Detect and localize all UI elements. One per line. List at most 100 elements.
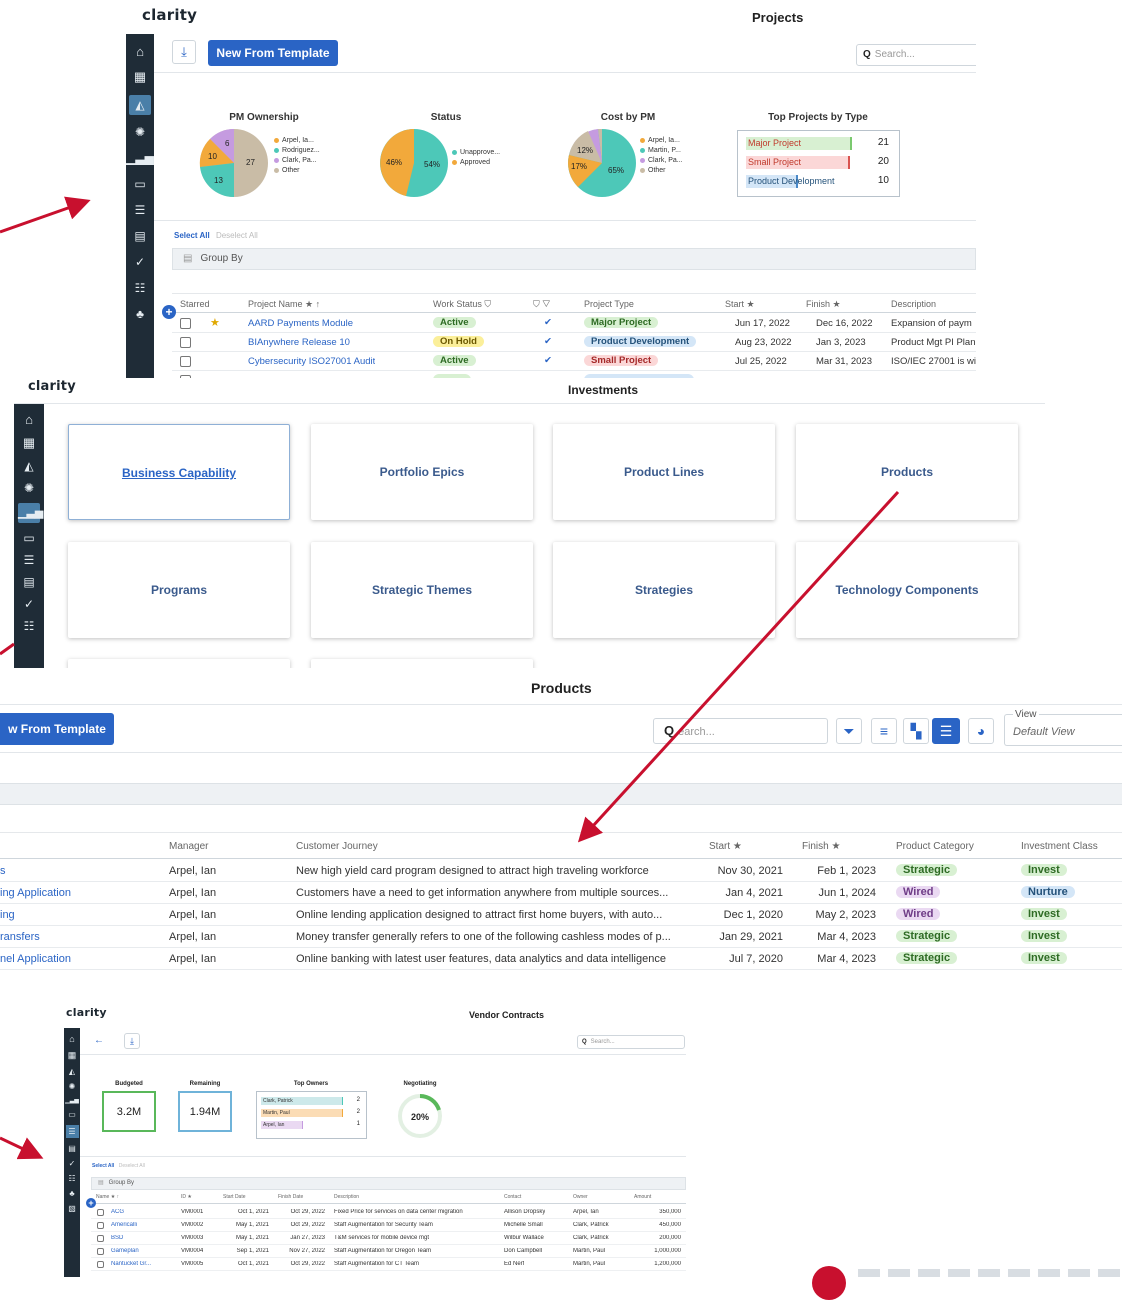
column-header[interactable]: Start ★ — [725, 299, 755, 310]
table-row[interactable]: Nantucket Gr... VM0005 Oct 1, 2021 Oct 29, … — [91, 1258, 686, 1271]
row-checkbox[interactable] — [97, 1222, 104, 1229]
vendor-name[interactable]: Nantucket Gr... — [111, 1261, 171, 1267]
column-header[interactable]: Amount — [634, 1194, 651, 1200]
owner-row[interactable]: Martin, Paul 2 — [257, 1108, 366, 1120]
table-row[interactable]: ing Arpel, Ian Online lending application … — [0, 904, 1122, 926]
star-icon[interactable]: ★ — [210, 316, 220, 329]
card-products[interactable]: Products — [796, 424, 1018, 520]
search-input[interactable]: Q Search... — [856, 44, 976, 66]
checklist-icon[interactable]: ☷ — [14, 619, 44, 633]
card-programs[interactable]: Programs — [68, 542, 290, 638]
group-by-bar[interactable] — [0, 783, 1122, 805]
column-header[interactable]: Description — [334, 1194, 359, 1200]
bar-chart-icon[interactable]: ▁▃▅ — [64, 1097, 80, 1104]
table-row[interactable]: Americalli VM0002 May 1, 2021 Oct 29, 2022 S… — [91, 1219, 686, 1232]
presentation-icon[interactable]: ▭ — [64, 1110, 80, 1119]
chart-area-icon[interactable]: ◭ — [14, 459, 44, 473]
presentation-icon[interactable]: ▭ — [14, 531, 44, 545]
project-name[interactable]: BIAnywhere Release 10 — [248, 337, 350, 348]
new-from-template-button[interactable]: w From Template — [0, 713, 114, 745]
product-name[interactable]: s — [0, 865, 6, 877]
idea-icon[interactable]: ✺ — [126, 125, 154, 139]
project-name[interactable]: Cybersecurity ISO27001 Audit — [248, 356, 375, 367]
gantt-icon[interactable]: ≡ — [871, 718, 897, 744]
top-projects-row[interactable]: Small Project 20 — [738, 153, 899, 172]
column-header[interactable]: Owner — [573, 1194, 588, 1200]
search-input[interactable]: Qearch... — [653, 718, 828, 744]
report-icon[interactable]: ▧ — [64, 1204, 80, 1213]
column-header[interactable]: Description — [891, 299, 936, 309]
checklist-icon[interactable]: ☷ — [126, 281, 154, 295]
export-button[interactable]: ⤓ — [172, 40, 196, 64]
card-portfolio-epics[interactable]: Portfolio Epics — [311, 424, 533, 520]
table-row[interactable]: ing Application Arpel, Ian Customers have … — [0, 882, 1122, 904]
vendor-name[interactable]: Gameplan — [111, 1248, 171, 1254]
column-header[interactable]: Manager — [169, 841, 208, 852]
checklist-icon[interactable]: ☷ — [64, 1174, 80, 1183]
card-partial[interactable] — [311, 659, 533, 668]
home-icon[interactable]: ⌂ — [14, 412, 44, 427]
row-checkbox[interactable] — [180, 318, 191, 329]
grid-icon[interactable]: ▦ — [64, 1050, 80, 1061]
card-strategies[interactable]: Strategies — [553, 542, 775, 638]
chart-area-icon[interactable]: ◭ — [129, 95, 151, 115]
owner-row[interactable]: Clark, Patrick 2 — [257, 1096, 366, 1108]
column-header[interactable]: Work Status ⛉ — [433, 299, 491, 310]
column-header[interactable]: Starred — [180, 299, 210, 309]
table-row[interactable]: Gameplan VM0004 Sep 1, 2021 Nov 27, 2022 Sta… — [91, 1245, 686, 1258]
view-select[interactable]: View Default View — [1004, 709, 1122, 746]
table-row[interactable]: BSD VM0003 May 1, 2021 Jan 27, 2023 T&M serv… — [91, 1232, 686, 1245]
product-name[interactable]: ing Application — [0, 887, 71, 899]
row-checkbox[interactable] — [97, 1209, 104, 1216]
database-icon[interactable]: ☰ — [65, 1125, 79, 1138]
clipboard-icon[interactable]: ▤ — [126, 229, 154, 243]
card-technology-components[interactable]: Technology Components — [796, 542, 1018, 638]
new-from-template-button[interactable]: New From Template — [208, 40, 338, 66]
table-row[interactable] — [172, 371, 976, 378]
row-checkbox[interactable] — [180, 356, 191, 367]
export-button[interactable]: ⤓ — [124, 1033, 140, 1049]
table-row[interactable]: ★ AARD Payments Module Active ✔ Major Projec… — [172, 314, 976, 333]
column-header[interactable]: Start Date — [223, 1194, 246, 1200]
grid-icon[interactable]: ▦ — [14, 435, 44, 451]
chart-area-icon[interactable]: ◭ — [64, 1067, 80, 1076]
row-checkbox[interactable] — [97, 1248, 104, 1255]
card-strategic-themes[interactable]: Strategic Themes — [311, 542, 533, 638]
product-name[interactable]: nel Application — [0, 953, 71, 965]
card-business-capability[interactable]: Business Capability — [68, 424, 290, 520]
clipboard-icon[interactable]: ▤ — [64, 1144, 80, 1153]
presentation-icon[interactable]: ▭ — [126, 177, 154, 191]
vendor-name[interactable]: Americalli — [111, 1222, 171, 1228]
column-header[interactable]: Contact — [504, 1194, 521, 1200]
group-by-bar[interactable]: ▤ Group By — [91, 1177, 686, 1190]
check-icon[interactable]: ✓ — [126, 255, 154, 269]
budgeted-kpi[interactable]: 3.2M — [102, 1091, 156, 1132]
vendor-name[interactable]: ACG — [111, 1209, 171, 1215]
home-icon[interactable]: ⌂ — [64, 1034, 80, 1044]
deselect-all-link[interactable]: Deselect All — [216, 231, 258, 240]
row-checkbox[interactable] — [97, 1261, 104, 1268]
bar-chart-icon[interactable]: ▁▃▅ — [126, 151, 154, 165]
select-all-link[interactable]: Select All — [174, 231, 210, 240]
column-header[interactable]: ID ★ — [181, 1194, 192, 1200]
product-name[interactable]: ransfers — [0, 931, 40, 943]
grid-icon[interactable]: ▦ — [126, 69, 154, 85]
top-projects-row[interactable]: Major Project 21 — [738, 134, 899, 153]
remaining-kpi[interactable]: 1.94M — [178, 1091, 232, 1132]
list-view-icon[interactable]: ☰ — [932, 718, 960, 744]
card-product-lines[interactable]: Product Lines — [553, 424, 775, 520]
column-header[interactable]: Project Type — [584, 299, 634, 309]
board-icon[interactable]: ▚ — [903, 718, 929, 744]
owner-row[interactable]: Arpel, Ian 1 — [257, 1120, 366, 1132]
bar-chart-icon[interactable]: ▁▃▅ — [18, 503, 43, 523]
home-icon[interactable]: ⌂ — [126, 44, 154, 59]
top-projects-row[interactable]: Product Development 10 — [738, 172, 899, 191]
row-checkbox[interactable] — [180, 337, 191, 348]
select-all-link[interactable]: Select All — [92, 1163, 114, 1169]
column-header[interactable]: Project Name ★ ↑ — [248, 299, 320, 310]
group-by-bar[interactable]: ▤ Group By — [172, 248, 976, 270]
database-icon[interactable]: ☰ — [14, 553, 44, 567]
vendor-name[interactable]: BSD — [111, 1235, 171, 1241]
table-row[interactable]: ransfers Arpel, Ian Money transfer general… — [0, 926, 1122, 948]
check-icon[interactable]: ✓ — [64, 1159, 80, 1168]
